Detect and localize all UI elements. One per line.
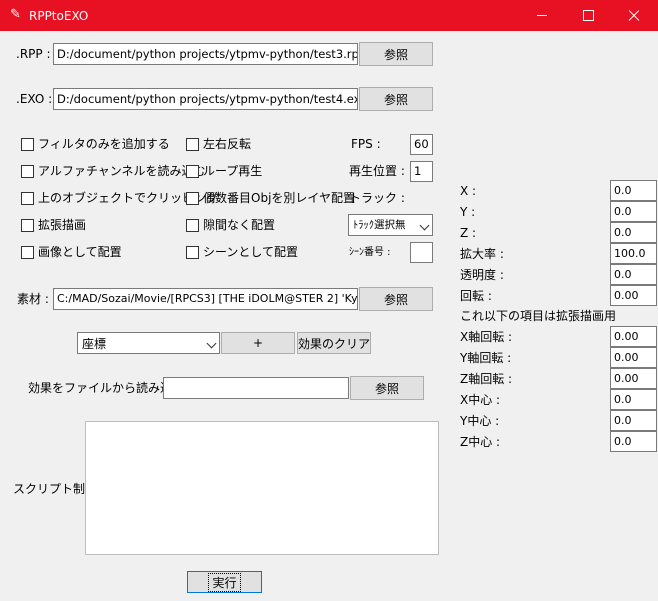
clear-effects-button[interactable]: 効果のクリア (297, 332, 371, 354)
x-axis-rotation-input[interactable]: 0.00 (610, 326, 657, 347)
scale-input[interactable]: 100.0 (610, 243, 657, 264)
rpp-browse-button[interactable]: 参照 (359, 42, 433, 66)
rpp-path-input[interactable]: D:/document/python projects/ytpmv-python… (53, 43, 358, 65)
opacity-label: 透明度 : (460, 268, 504, 282)
place-as-scene-label[interactable]: シーンとして配置 (203, 244, 298, 260)
y-input[interactable]: 0.0 (610, 201, 657, 222)
loop-playback-checkbox[interactable] (186, 165, 199, 178)
material-label: 素材 : (17, 292, 49, 306)
rotation-label: 回転 : (460, 289, 492, 303)
effect-select[interactable]: 座標 (77, 332, 220, 354)
run-button[interactable]: 実行 (187, 571, 262, 593)
material-browse-button[interactable]: 参照 (359, 287, 433, 311)
close-icon (628, 10, 640, 22)
fps-label: FPS : (351, 137, 381, 151)
rpp-label: .RPP : (16, 47, 51, 61)
effect-file-input[interactable] (163, 377, 349, 399)
exo-browse-button[interactable]: 参照 (359, 87, 433, 111)
add-effect-button[interactable]: + (221, 332, 295, 354)
effect-file-browse-button[interactable]: 参照 (350, 376, 424, 400)
track-select-value: ﾄﾗｯｸ選択無 (353, 219, 406, 231)
loop-playback-label[interactable]: ループ再生 (203, 163, 262, 179)
x-input[interactable]: 0.0 (610, 180, 657, 201)
script-textarea[interactable] (85, 421, 439, 555)
opacity-input[interactable]: 0.0 (610, 264, 657, 285)
track-select[interactable]: ﾄﾗｯｸ選択無 (348, 214, 433, 236)
alpha-channel-checkbox[interactable] (21, 165, 34, 178)
no-gap-checkbox[interactable] (186, 219, 199, 232)
feather-icon: ✎ (10, 7, 21, 22)
z-center-input[interactable]: 0.0 (610, 431, 657, 452)
play-position-label: 再生位置 : (349, 164, 405, 178)
extended-draw-checkbox[interactable] (21, 219, 34, 232)
z-input[interactable]: 0.0 (610, 222, 657, 243)
no-gap-label[interactable]: 隙間なく配置 (203, 217, 275, 233)
filter-only-checkbox[interactable] (21, 138, 34, 151)
filter-only-label[interactable]: フィルタのみを追加する (38, 136, 170, 152)
z-axis-rotation-label: Z軸回転 : (460, 372, 513, 386)
maximize-icon (582, 10, 594, 21)
y-label: Y : (460, 205, 476, 219)
y-center-input[interactable]: 0.0 (610, 410, 657, 431)
extended-note-label: これ以下の項目は拡張描画用 (460, 309, 617, 323)
maximize-button[interactable] (565, 0, 611, 31)
title-bar[interactable]: ✎ RPPtoEXO (0, 0, 658, 31)
y-center-label: Y中心 : (460, 414, 500, 428)
clipping-checkbox[interactable] (21, 192, 34, 205)
exo-path-input[interactable]: D:/document/python projects/ytpmv-python… (53, 88, 358, 110)
window-title: RPPtoEXO (29, 9, 89, 23)
x-axis-rotation-label: X軸回転 : (460, 330, 513, 344)
scale-label: 拡大率 : (460, 247, 504, 261)
place-as-image-label[interactable]: 画像として配置 (38, 244, 122, 260)
material-path-input[interactable]: C:/MAD/Sozai/Movie/[RPCS3] [THE iDOLM@ST… (53, 288, 358, 310)
even-obj-layer-label[interactable]: 偶数番目Objを別レイヤ配置 (203, 190, 355, 206)
scene-number-label: ｼｰﾝ番号 : (349, 247, 391, 258)
extended-draw-label[interactable]: 拡張描画 (38, 217, 86, 233)
run-button-label: 実行 (208, 572, 241, 592)
track-label: トラック : (349, 191, 405, 205)
flip-horizontal-checkbox[interactable] (186, 138, 199, 151)
z-label: Z : (460, 226, 477, 240)
x-label: X : (460, 184, 477, 198)
y-axis-rotation-input[interactable]: 0.00 (610, 347, 657, 368)
alpha-channel-label[interactable]: アルファチャンネルを読み込む (38, 163, 206, 179)
close-button[interactable] (611, 0, 657, 31)
fps-input[interactable]: 60 (410, 134, 433, 155)
play-position-input[interactable]: 1 (410, 161, 433, 182)
z-axis-rotation-input[interactable]: 0.00 (610, 368, 657, 389)
flip-horizontal-label[interactable]: 左右反転 (203, 136, 251, 152)
chevron-down-icon (206, 338, 217, 349)
minimize-button[interactable] (519, 0, 565, 31)
effect-select-value: 座標 (82, 337, 107, 351)
rotation-input[interactable]: 0.00 (610, 285, 657, 306)
place-as-scene-checkbox[interactable] (186, 246, 199, 259)
minimize-icon (537, 15, 547, 16)
effect-file-label: 効果をファイルから読み込む (28, 381, 185, 395)
y-axis-rotation-label: Y軸回転 : (460, 351, 512, 365)
x-center-label: X中心 : (460, 393, 501, 407)
even-obj-layer-checkbox[interactable] (186, 192, 199, 205)
chevron-down-icon (419, 220, 430, 231)
place-as-image-checkbox[interactable] (21, 246, 34, 259)
x-center-input[interactable]: 0.0 (610, 389, 657, 410)
z-center-label: Z中心 : (460, 435, 501, 449)
scene-number-input[interactable] (410, 242, 433, 263)
exo-label: .EXO : (16, 92, 53, 106)
